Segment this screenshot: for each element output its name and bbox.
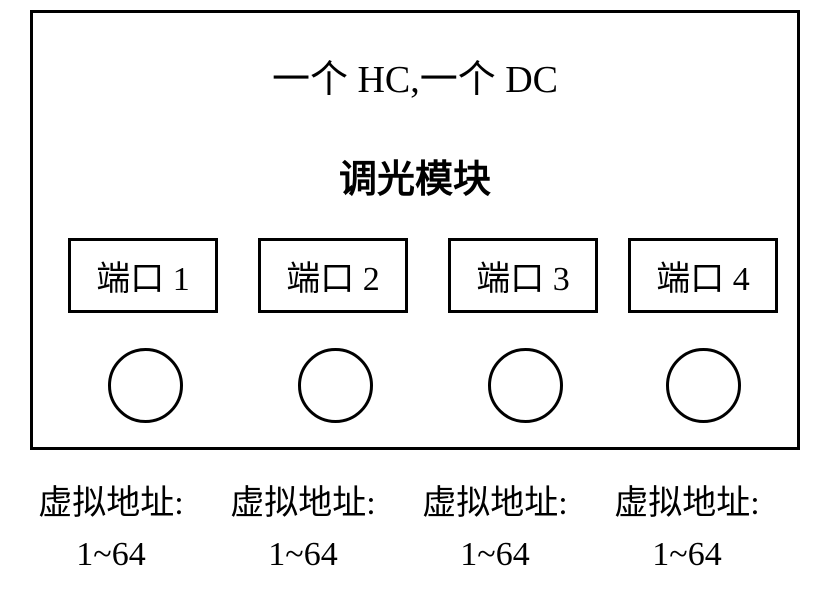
port-2-connector [298,348,373,423]
port-4-label: 端口 4 [656,251,750,300]
port-3-box: 端口 3 [448,238,598,313]
addr-2-label: 虚拟地址: [207,478,399,529]
addr-3-label: 虚拟地址: [399,478,591,529]
addr-2: 虚拟地址: 1~64 [207,478,399,580]
title-line: 一个 HC,一个 DC [33,48,797,103]
circles-row [33,348,797,438]
addr-3-range: 1~64 [399,529,591,580]
addr-1-label: 虚拟地址: [15,478,207,529]
port-1-label: 端口 1 [96,251,190,300]
addr-4: 虚拟地址: 1~64 [591,478,783,580]
addr-4-label: 虚拟地址: [591,478,783,529]
addr-2-range: 1~64 [207,529,399,580]
port-2-box: 端口 2 [258,238,408,313]
port-4-connector [666,348,741,423]
addresses-row: 虚拟地址: 1~64 虚拟地址: 1~64 虚拟地址: 1~64 虚拟地址: 1… [30,478,800,588]
port-1-box: 端口 1 [68,238,218,313]
port-3-connector [488,348,563,423]
addr-3: 虚拟地址: 1~64 [399,478,591,580]
addr-1: 虚拟地址: 1~64 [15,478,207,580]
subtitle-line: 调光模块 [33,148,797,203]
module-box: 一个 HC,一个 DC 调光模块 端口 1 端口 2 端口 3 端口 4 [30,10,800,450]
ports-row: 端口 1 端口 2 端口 3 端口 4 [33,238,797,328]
port-3-label: 端口 3 [476,251,570,300]
port-2-label: 端口 2 [286,251,380,300]
addr-4-range: 1~64 [591,529,783,580]
port-1-connector [108,348,183,423]
port-4-box: 端口 4 [628,238,778,313]
addr-1-range: 1~64 [15,529,207,580]
diagram-canvas: 一个 HC,一个 DC 调光模块 端口 1 端口 2 端口 3 端口 4 虚拟 [0,0,833,597]
